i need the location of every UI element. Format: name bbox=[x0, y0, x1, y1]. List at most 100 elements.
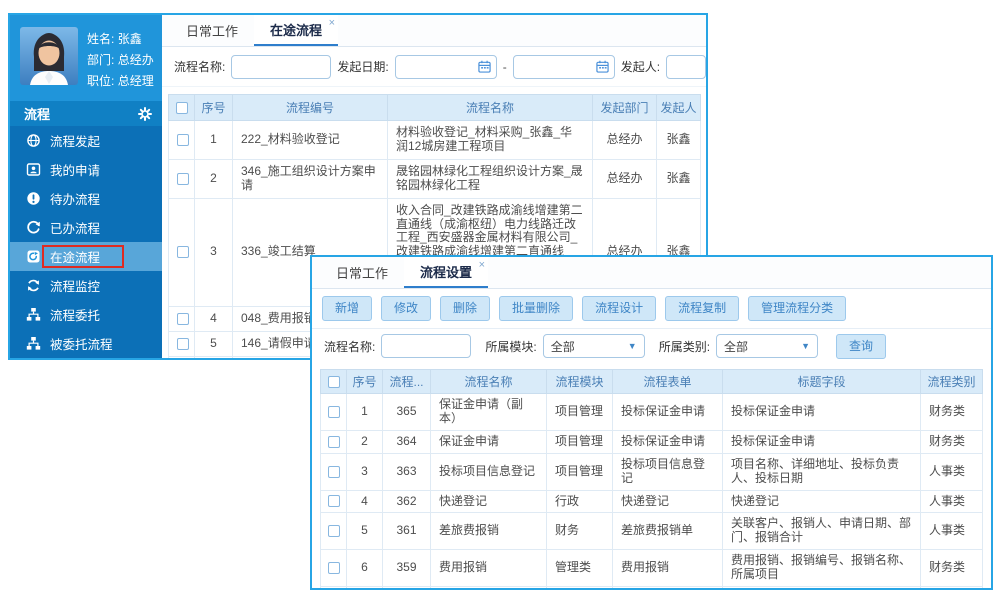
table-row: 6359费用报销管理类费用报销费用报销、报销编号、报销名称、所属项目财务类 bbox=[321, 550, 983, 587]
table-row: 2346_施工组织设计方案申请晟铭园林绿化工程组织设计方案_晟铭园林绿化工程总经… bbox=[169, 159, 701, 198]
row-checkbox[interactable] bbox=[177, 173, 189, 185]
table-cell: 项目线索备案 bbox=[613, 587, 723, 590]
sidebar-item-process-monitor[interactable]: 流程监控 bbox=[10, 271, 162, 300]
process-name-input[interactable] bbox=[381, 334, 471, 358]
table-cell: 财务 bbox=[547, 513, 613, 550]
col-header-dept: 发起部门 bbox=[593, 95, 657, 121]
row-checkbox-cell bbox=[321, 430, 347, 453]
sidebar-item-label: 已办流程 bbox=[50, 218, 100, 237]
start-date-from-input[interactable] bbox=[395, 55, 497, 79]
table-cell: 费用报销 bbox=[431, 550, 547, 587]
row-checkbox-cell bbox=[321, 453, 347, 490]
col-header-title-fields: 标题字段 bbox=[723, 370, 921, 394]
process-name-label: 流程名称: bbox=[324, 338, 375, 355]
select-all-checkbox[interactable] bbox=[328, 376, 340, 388]
table-cell: 保证金申请 bbox=[431, 430, 547, 453]
tab-process-settings[interactable]: 流程设置 × bbox=[404, 257, 488, 288]
select-all-checkbox[interactable] bbox=[176, 102, 188, 114]
sidebar-menu: 流程发起 我的申请 待办流程 bbox=[10, 126, 162, 358]
user-name-line: 姓名: 张鑫 bbox=[87, 29, 154, 50]
col-header-seq: 序号 bbox=[195, 95, 233, 121]
row-checkbox[interactable] bbox=[328, 436, 340, 448]
sidebar-item-in-transit-processes[interactable]: 在途流程 bbox=[10, 242, 162, 271]
table-cell: 项目管理 bbox=[547, 453, 613, 490]
name-value: 张鑫 bbox=[118, 32, 142, 46]
table-cell: 投标项目信息登记 bbox=[431, 453, 547, 490]
table-cell: 行政 bbox=[547, 490, 613, 513]
table-cell: 7 bbox=[347, 587, 383, 590]
table-cell: 快递登记 bbox=[613, 490, 723, 513]
row-checkbox-cell bbox=[169, 306, 195, 331]
tab-daily-work[interactable]: 日常工作 bbox=[320, 257, 404, 288]
add-button[interactable]: 新增 bbox=[322, 296, 372, 321]
table-cell: 项目管理 bbox=[547, 587, 613, 590]
table-cell: 人事类 bbox=[921, 513, 983, 550]
gear-icon[interactable] bbox=[138, 107, 152, 121]
row-checkbox[interactable] bbox=[177, 134, 189, 146]
edit-button[interactable]: 修改 bbox=[381, 296, 431, 321]
col-header-form: 流程表单 bbox=[613, 370, 723, 394]
table-cell: 快递登记 bbox=[431, 490, 547, 513]
batch-delete-button[interactable]: 批量删除 bbox=[499, 296, 573, 321]
process-name-input[interactable] bbox=[231, 55, 331, 79]
window2-search-bar: 流程名称: 所属模块: 全部 ▼ 所属类别: 全部 ▼ 查询 bbox=[312, 329, 991, 363]
sidebar-item-process-delegate[interactable]: 流程委托 bbox=[10, 300, 162, 329]
calendar-icon bbox=[596, 60, 609, 73]
exclamation-circle-icon bbox=[26, 191, 41, 206]
close-icon[interactable]: × bbox=[479, 260, 485, 270]
process-settings-window: 日常工作 流程设置 × 新增 修改 删除 批量删除 流程设计 流程复制 管理流程… bbox=[310, 255, 993, 590]
table-cell: 人事类 bbox=[921, 453, 983, 490]
dept-value: 总经办 bbox=[118, 53, 154, 67]
table-cell: 晟铭园林绿化工程组织设计方案_晟铭园林绿化工程 bbox=[388, 159, 593, 198]
query-button[interactable]: 查询 bbox=[836, 334, 886, 359]
sidebar-item-label: 在途流程 bbox=[50, 247, 100, 266]
row-checkbox-cell bbox=[169, 198, 195, 306]
table-row: 5361差旅费报销财务差旅费报销单关联客户、报销人、申请日期、部门、报销合计人事… bbox=[321, 513, 983, 550]
row-checkbox[interactable] bbox=[328, 525, 340, 537]
close-icon[interactable]: × bbox=[329, 18, 335, 28]
window1-search-bar: 流程名称: 发起日期: - 发起人: bbox=[162, 47, 706, 87]
row-checkbox[interactable] bbox=[328, 562, 340, 574]
row-checkbox[interactable] bbox=[328, 406, 340, 418]
date-separator: - bbox=[503, 60, 507, 74]
sidebar-section-header: 流程 bbox=[10, 101, 162, 126]
name-label: 姓名: bbox=[87, 32, 114, 46]
start-date-to-input[interactable] bbox=[513, 55, 615, 79]
process-design-button[interactable]: 流程设计 bbox=[582, 296, 656, 321]
sidebar-item-my-applications[interactable]: 我的申请 bbox=[10, 155, 162, 184]
row-checkbox[interactable] bbox=[177, 338, 189, 350]
delete-button[interactable]: 删除 bbox=[440, 296, 490, 321]
user-info: 姓名: 张鑫 部门: 总经办 职位: 总经理 bbox=[87, 27, 154, 91]
module-select[interactable]: 全部 ▼ bbox=[543, 334, 645, 358]
col-header-module: 流程模块 bbox=[547, 370, 613, 394]
row-checkbox[interactable] bbox=[177, 246, 189, 258]
table-cell: 投标保证金申请 bbox=[613, 394, 723, 431]
row-checkbox-cell bbox=[321, 513, 347, 550]
initiator-input[interactable] bbox=[666, 55, 706, 79]
window1-tabbar: 日常工作 在途流程 × bbox=[162, 15, 706, 47]
table-cell: 费用报销、报销编号、报销名称、所属项目 bbox=[723, 550, 921, 587]
table-cell: 3 bbox=[195, 198, 233, 306]
table-cell: 财务类 bbox=[921, 394, 983, 431]
process-copy-button[interactable]: 流程复制 bbox=[665, 296, 739, 321]
table-row: 3363投标项目信息登记项目管理投标项目信息登记项目名称、详细地址、投标负责人、… bbox=[321, 453, 983, 490]
row-checkbox[interactable] bbox=[177, 313, 189, 325]
sidebar-item-done-processes[interactable]: 已办流程 bbox=[10, 213, 162, 242]
manage-category-button[interactable]: 管理流程分类 bbox=[748, 296, 846, 321]
user-dept-line: 部门: 总经办 bbox=[87, 50, 154, 71]
row-checkbox-cell bbox=[321, 587, 347, 590]
row-checkbox[interactable] bbox=[328, 466, 340, 478]
row-checkbox-cell bbox=[321, 394, 347, 431]
table-cell: 363 bbox=[383, 453, 431, 490]
sidebar-item-process-start[interactable]: 流程发起 bbox=[10, 126, 162, 155]
table-cell: 财务类 bbox=[921, 550, 983, 587]
tab-daily-work[interactable]: 日常工作 bbox=[170, 15, 254, 46]
chevron-down-icon: ▼ bbox=[628, 341, 637, 351]
row-checkbox[interactable] bbox=[328, 495, 340, 507]
tab-in-transit-processes[interactable]: 在途流程 × bbox=[254, 15, 338, 46]
category-select[interactable]: 全部 ▼ bbox=[716, 334, 818, 358]
sidebar-item-todo-processes[interactable]: 待办流程 bbox=[10, 184, 162, 213]
start-date-label: 发起日期: bbox=[337, 58, 388, 75]
sidebar-item-delegated-processes[interactable]: 被委托流程 bbox=[10, 329, 162, 358]
table-cell: 快递登记 bbox=[723, 490, 921, 513]
